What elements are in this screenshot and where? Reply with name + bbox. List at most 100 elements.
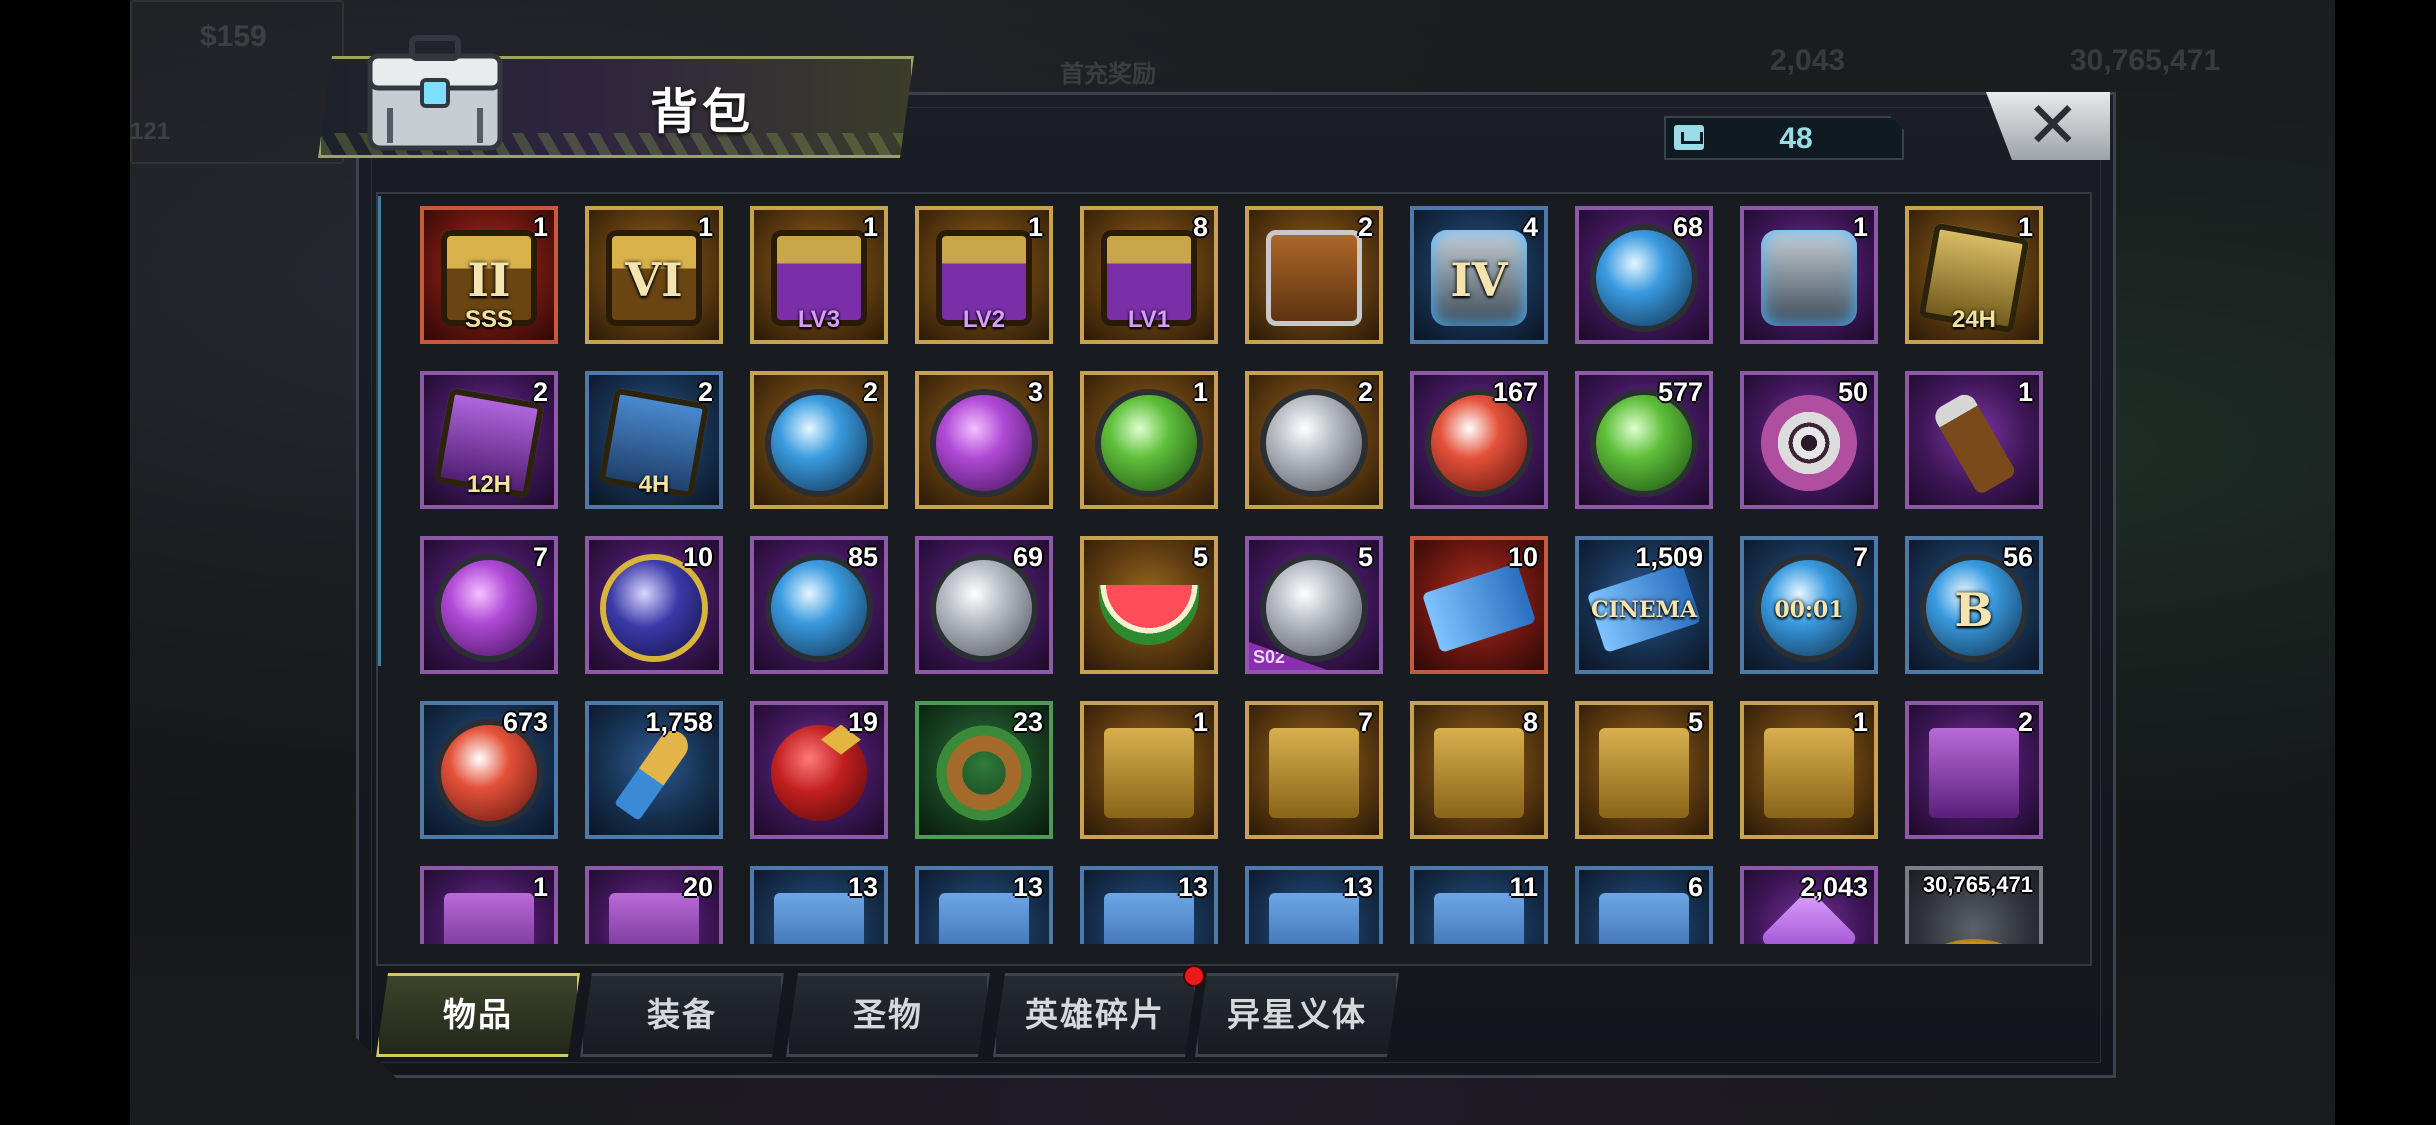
inventory-slot[interactable]: 13 [915, 866, 1053, 944]
item-sublabel: LV3 [797, 306, 841, 333]
tab-2[interactable]: 圣物 [786, 973, 990, 1057]
item-quantity: 1 [1192, 707, 1208, 737]
item-glyph: CINEMA [1590, 597, 1698, 624]
inventory-slot[interactable]: 1 [1740, 206, 1878, 344]
hat-blueprint-icon [1434, 727, 1524, 818]
capacity-counter: 48 [1664, 116, 1904, 160]
item-quantity: 1 [697, 212, 713, 242]
item-quantity: 7 [1852, 542, 1868, 572]
inventory-slot[interactable]: 69 [915, 536, 1053, 674]
item-quantity: 7 [1357, 707, 1373, 737]
item-sublabel: SSS [464, 306, 514, 333]
item-quantity: 2 [862, 377, 878, 407]
silver-badge-icon [1266, 394, 1362, 491]
item-quantity: 11 [1509, 872, 1538, 902]
inventory-slot[interactable]: 167 [1410, 371, 1548, 509]
item-quantity: 1 [532, 212, 548, 242]
inventory-slot[interactable]: S02 5 [1245, 536, 1383, 674]
inventory-slot[interactable]: 6 [1575, 866, 1713, 944]
scrollbar[interactable] [378, 196, 381, 666]
item-quantity: 10 [682, 542, 713, 572]
item-sublabel: LV1 [1127, 306, 1171, 333]
inventory-slot[interactable]: 19 [750, 701, 888, 839]
item-quantity: 56 [2002, 542, 2033, 572]
inventory-slot[interactable]: VI 1 [585, 206, 723, 344]
inventory-slot[interactable]: 1,758 [585, 701, 723, 839]
item-quantity: 2 [1357, 377, 1373, 407]
blue-badge-icon [771, 394, 867, 491]
inventory-slot[interactable]: 50 [1740, 371, 1878, 509]
inventory-slot[interactable]: 00:01 7 [1740, 536, 1878, 674]
inventory-slot[interactable]: 2,043 [1740, 866, 1878, 944]
inventory-slot[interactable]: 20 [585, 866, 723, 944]
item-quantity: 2 [697, 377, 713, 407]
inventory-slot[interactable]: 2 [750, 371, 888, 509]
inventory-slot[interactable]: 7 [420, 536, 558, 674]
inventory-slot[interactable]: 13 [750, 866, 888, 944]
shirt-blueprint-icon [1599, 727, 1689, 818]
item-glyph: VI [625, 253, 683, 308]
inventory-slot[interactable]: 1 [1080, 371, 1218, 509]
trophy-bird-icon [936, 559, 1032, 656]
item-glyph: IV [1450, 253, 1508, 308]
item-quantity: 2,043 [1800, 872, 1868, 902]
inventory-slot[interactable]: 8 [1410, 701, 1548, 839]
inventory-slot[interactable]: 577 [1575, 371, 1713, 509]
inventory-slot[interactable]: 5 [1080, 536, 1218, 674]
inventory-slot[interactable]: LV1 8 [1080, 206, 1218, 344]
inventory-slot[interactable]: 13 [1080, 866, 1218, 944]
item-grid-viewport[interactable]: II SSS 1 VI 1 LV3 1 LV2 1 LV1 8 2 IV 4 68 1 24H 1 12H 2 4H 2 2… [394, 200, 2070, 944]
inventory-slot[interactable]: 85 [750, 536, 888, 674]
tab-0[interactable]: 物品 [376, 973, 580, 1057]
item-quantity: 13 [1177, 872, 1208, 902]
tab-1[interactable]: 装备 [580, 973, 784, 1057]
inventory-slot[interactable]: 2 [1245, 371, 1383, 509]
inventory-slot[interactable]: 23 [915, 701, 1053, 839]
christmas-ornament-icon [771, 724, 867, 821]
item-sublabel: 12H [466, 471, 512, 498]
item-quantity: 3 [1027, 377, 1043, 407]
purple-blueprint-icon [444, 892, 534, 944]
inventory-slot[interactable]: 30,765,471 [1905, 866, 2043, 944]
boots-blueprint-icon [1764, 727, 1854, 818]
inventory-slot[interactable]: LV2 1 [915, 206, 1053, 344]
item-quantity: 69 [1012, 542, 1043, 572]
inventory-slot[interactable]: 10 [1410, 536, 1548, 674]
inventory-slot[interactable]: 1 [1740, 701, 1878, 839]
inventory-slot[interactable]: 1 [420, 866, 558, 944]
inventory-slot[interactable]: II SSS 1 [420, 206, 558, 344]
inventory-slot[interactable]: LV3 1 [750, 206, 888, 344]
tab-4[interactable]: 异星义体 [1195, 973, 1399, 1057]
inventory-slot[interactable]: 68 [1575, 206, 1713, 344]
bullet-icon [614, 724, 694, 821]
item-quantity: 30,765,471 [1922, 872, 2033, 897]
item-quantity: 50 [1837, 377, 1868, 407]
item-quantity: 1 [2017, 212, 2033, 242]
glasses-blueprint-icon [1104, 727, 1194, 818]
inventory-slot[interactable]: CINEMA 1,509 [1575, 536, 1713, 674]
inventory-slot[interactable]: 1 [1905, 371, 2043, 509]
inventory-slot[interactable]: 13 [1245, 866, 1383, 944]
inventory-slot[interactable]: 4H 2 [585, 371, 723, 509]
watermelon-icon [1099, 585, 1199, 646]
inventory-slot[interactable]: 11 [1410, 866, 1548, 944]
inventory-slot[interactable]: 2 [1245, 206, 1383, 344]
inventory-slot[interactable]: 673 [420, 701, 558, 839]
purple-badge-icon [936, 394, 1032, 491]
inventory-slot[interactable]: 10 [585, 536, 723, 674]
inventory-slot[interactable]: 24H 1 [1905, 206, 2043, 344]
inventory-slot[interactable]: 5 [1575, 701, 1713, 839]
lips-token-icon [1431, 394, 1527, 491]
item-quantity: 19 [847, 707, 878, 737]
inventory-slot[interactable]: 3 [915, 371, 1053, 509]
inventory-slot[interactable]: 2 [1905, 701, 2043, 839]
inventory-slot[interactable]: IV 4 [1410, 206, 1548, 344]
tab-3[interactable]: 英雄碎片 [993, 973, 1197, 1057]
item-quantity: 13 [1012, 872, 1043, 902]
inventory-slot[interactable]: 7 [1245, 701, 1383, 839]
red-poker-chip-icon [441, 724, 537, 821]
inventory-slot[interactable]: 12H 2 [420, 371, 558, 509]
inventory-slot[interactable]: B 56 [1905, 536, 2043, 674]
inventory-slot[interactable]: 1 [1080, 701, 1218, 839]
backpack-chest-icon [367, 35, 503, 151]
